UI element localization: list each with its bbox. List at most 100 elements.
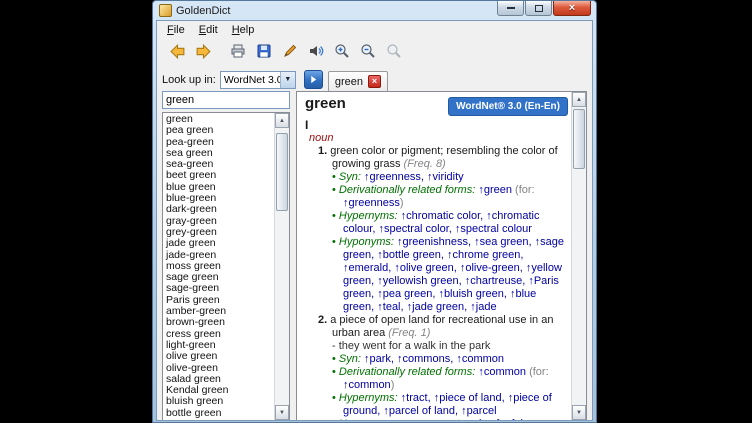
article-scrollbar[interactable]: ▲ ▼: [571, 92, 586, 420]
chevron-down-icon: ▼: [280, 72, 295, 88]
article-link[interactable]: ↑olive green: [394, 262, 453, 274]
list-item[interactable]: jade green: [166, 238, 274, 249]
article-link[interactable]: ↑sea green: [474, 236, 528, 248]
article-link[interactable]: ↑spectral colour: [455, 223, 532, 235]
tab-label: green: [335, 76, 363, 88]
pronounce-button[interactable]: [305, 43, 327, 65]
back-button[interactable]: [166, 43, 188, 65]
article-link[interactable]: ↑parcel: [461, 405, 496, 417]
article-link[interactable]: ↑greenness: [343, 197, 400, 209]
part-of-speech: noun: [309, 132, 568, 145]
article-link[interactable]: ↑spectral color: [378, 223, 448, 235]
list-item[interactable]: olive green: [166, 351, 274, 362]
relation-label: Derivationally related forms:: [339, 366, 475, 378]
word-list: greenpea greenpea-greensea greensea-gree…: [163, 113, 274, 420]
sense: 2. a piece of open land for recreational…: [318, 314, 568, 420]
article-link[interactable]: ↑tract: [401, 392, 428, 404]
scroll-up-icon[interactable]: ▲: [275, 113, 289, 128]
article-link[interactable]: ↑yellowish green: [377, 275, 458, 287]
relation-label: Hyponyms:: [339, 236, 394, 248]
gray-text: ): [400, 197, 404, 209]
relation-line: • Hypernyms: ↑tract, ↑piece of land, ↑pi…: [318, 392, 568, 418]
article-link[interactable]: ↑jade: [470, 301, 496, 313]
zoom-in-button[interactable]: [331, 43, 353, 65]
article-link[interactable]: ↑greenness: [364, 171, 421, 183]
search-input[interactable]: [162, 91, 290, 109]
article-link[interactable]: ↑park: [364, 353, 391, 365]
bullet-icon: •: [332, 184, 336, 196]
scroll-up-icon[interactable]: ▲: [572, 92, 586, 107]
article-link[interactable]: ↑teal: [377, 301, 400, 313]
article-scroll-thumb[interactable]: [573, 109, 585, 169]
dictionary-group-value: WordNet 3.0: [221, 74, 280, 86]
article-link[interactable]: ↑green: [478, 184, 512, 196]
zoom-reset-icon: [386, 43, 402, 64]
article-link[interactable]: ↑olive-green: [460, 262, 520, 274]
article-link[interactable]: ↑common: [343, 379, 391, 391]
article-link[interactable]: ↑chromatic color: [401, 210, 480, 222]
menu-edit[interactable]: Edit: [192, 22, 225, 38]
article-link[interactable]: ↑bottle green: [377, 249, 441, 261]
titlebar[interactable]: GoldenDict ×: [156, 1, 593, 20]
wordlist-scroll-thumb[interactable]: [276, 133, 288, 211]
bullet-icon: •: [332, 353, 336, 365]
sense: 1. green color or pigment; resembling th…: [318, 145, 568, 314]
scroll-down-icon[interactable]: ▼: [572, 405, 586, 420]
tab-bar: green ×: [304, 68, 587, 91]
article-link[interactable]: ↑common: [478, 366, 526, 378]
list-item[interactable]: dark-green: [166, 204, 274, 215]
article-scroll-track[interactable]: [572, 107, 586, 405]
dictionary-badge[interactable]: WordNet® 3.0 (En-En): [448, 97, 568, 116]
minimize-button[interactable]: [497, 1, 524, 16]
save-article-button[interactable]: [253, 43, 275, 65]
menu-help[interactable]: Help: [225, 22, 262, 38]
article-link[interactable]: ↑common: [456, 353, 504, 365]
scroll-down-icon[interactable]: ▼: [275, 405, 289, 420]
window-client-area: FileEditHelp: [156, 20, 593, 421]
forward-button[interactable]: [192, 43, 214, 65]
relation-label: Hypernyms:: [339, 210, 398, 222]
zoom-reset-button[interactable]: [383, 43, 405, 65]
gray-text: ): [391, 379, 395, 391]
list-item[interactable]: pea green: [166, 125, 274, 136]
article-link[interactable]: ↑jade green: [407, 301, 465, 313]
edit-article-button[interactable]: [279, 43, 301, 65]
article-link[interactable]: ↑emerald: [343, 262, 388, 274]
relation-label: Syn:: [339, 353, 361, 365]
article-link[interactable]: ↑funfair: [491, 418, 526, 420]
tab-close-button[interactable]: ×: [368, 75, 381, 88]
zoom-out-button[interactable]: [357, 43, 379, 65]
close-button[interactable]: ×: [553, 1, 591, 16]
article-link[interactable]: ↑bluish green: [438, 288, 503, 300]
menubar: FileEditHelp: [157, 21, 592, 39]
tab-list-button[interactable]: [304, 70, 323, 89]
list-item[interactable]: bottle green: [166, 408, 274, 419]
article-link[interactable]: ↑amusement park: [397, 418, 484, 420]
maximize-button[interactable]: [525, 1, 552, 16]
article-link[interactable]: ↑commons: [397, 353, 450, 365]
relation-line: • Syn: ↑park, ↑commons, ↑common: [318, 353, 568, 366]
tab-green[interactable]: green ×: [328, 71, 388, 91]
wordlist-scrollbar[interactable]: ▲ ▼: [274, 113, 289, 420]
bullet-icon: •: [332, 236, 336, 248]
pen-icon: [282, 43, 298, 64]
article-view: green WordNet® 3.0 (En-En) I noun 1. gre…: [297, 92, 571, 420]
app-icon[interactable]: [159, 4, 172, 17]
article-link[interactable]: ↑parcel of land: [383, 405, 455, 417]
minimize-icon: [507, 7, 515, 9]
example-sentence: - they went for a walk in the park: [318, 340, 568, 353]
wordlist-scroll-track[interactable]: [275, 128, 289, 405]
menu-file[interactable]: File: [160, 22, 192, 38]
bullet-icon: •: [332, 418, 336, 420]
dictionary-group-select[interactable]: WordNet 3.0 ▼: [220, 71, 296, 89]
save-icon: [256, 43, 272, 64]
article-link[interactable]: ↑viridity: [427, 171, 464, 183]
article-link[interactable]: ↑chartreuse: [465, 275, 522, 287]
article-link[interactable]: ↑piece of land: [434, 392, 502, 404]
article-link[interactable]: ↑greenishness: [397, 236, 468, 248]
article-link[interactable]: ↑chrome green: [447, 249, 520, 261]
list-item[interactable]: brown-green: [166, 317, 274, 328]
article-link[interactable]: ↑pea green: [377, 288, 432, 300]
relation-line: • Hypernyms: ↑chromatic color, ↑chromati…: [318, 210, 568, 236]
print-button[interactable]: [227, 43, 249, 65]
